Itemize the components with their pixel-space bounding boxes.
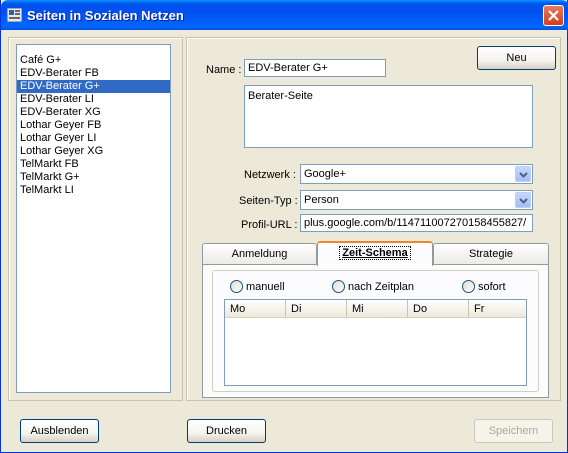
column-header-fr[interactable]: Fr	[469, 300, 526, 318]
name-label: Name :	[206, 64, 242, 76]
column-header-do[interactable]: Do	[408, 300, 469, 318]
tab-strategie[interactable]: Strategie	[433, 243, 549, 264]
description-field[interactable]: Berater-Seite	[244, 85, 533, 148]
tab-strategie-label: Strategie	[468, 248, 514, 260]
profilurl-field[interactable]: plus.google.com/b/114711007270158455827/	[300, 214, 533, 232]
list-item[interactable]: TelMarkt LI	[17, 184, 170, 197]
hide-button[interactable]: Ausblenden	[20, 419, 99, 443]
list-item[interactable]: Café G+	[17, 54, 170, 67]
hide-button-label: Ausblenden	[30, 425, 89, 437]
tab-zeit-schema[interactable]: Zeit-Schema	[317, 241, 433, 266]
list-item[interactable]: Lothar Geyer XG	[17, 145, 170, 158]
seitentyp-dropdown-button[interactable]	[515, 192, 531, 208]
new-button[interactable]: Neu	[477, 46, 556, 70]
window-title: Seiten in Sozialen Netzen	[27, 8, 184, 23]
list-item[interactable]: Lothar Geyer FB	[17, 119, 170, 132]
profilurl-label: Profil-URL :	[241, 219, 298, 231]
list-item[interactable]: EDV-Berater XG	[17, 106, 170, 119]
radio-sofort[interactable]: sofort	[462, 280, 506, 293]
list-item[interactable]: EDV-Berater G+	[17, 80, 170, 93]
column-header-mi[interactable]: Mi	[347, 300, 408, 318]
tab-anmeldung-label: Anmeldung	[231, 248, 288, 260]
app-icon	[7, 8, 22, 22]
radio-circle	[230, 280, 243, 293]
schedule-grid[interactable]: Mo Di Mi Do Fr	[224, 299, 527, 386]
save-button-label: Speichern	[488, 425, 539, 437]
netzwerk-value: Google+	[304, 168, 346, 180]
radio-nach-zeitplan-label: nach Zeitplan	[348, 280, 415, 293]
column-header-di[interactable]: Di	[286, 300, 347, 318]
radio-circle	[332, 280, 345, 293]
close-icon	[548, 10, 559, 21]
netzwerk-dropdown-button[interactable]	[515, 166, 531, 182]
pages-listbox[interactable]: Café G+ EDV-Berater FB EDV-Berater G+ EDV-B…	[16, 44, 171, 393]
list-item[interactable]: EDV-Berater FB	[17, 67, 170, 80]
radio-sofort-label: sofort	[478, 280, 506, 293]
title-bar[interactable]: Seiten in Sozialen Netzen	[1, 0, 568, 30]
radio-manuell[interactable]: manuell	[230, 280, 285, 293]
netzwerk-select[interactable]: Google+	[300, 164, 533, 184]
seitentyp-value: Person	[304, 194, 339, 206]
radio-circle	[462, 280, 475, 293]
radio-nach-zeitplan[interactable]: nach Zeitplan	[332, 280, 414, 293]
list-item[interactable]: EDV-Berater LI	[17, 93, 170, 106]
radio-manuell-label: manuell	[246, 280, 285, 293]
list-item[interactable]: TelMarkt FB	[17, 158, 170, 171]
grid-header: Mo Di Mi Do Fr	[225, 300, 526, 318]
list-item[interactable]: Lothar Geyer LI	[17, 132, 170, 145]
name-field[interactable]: EDV-Berater G+	[244, 59, 386, 77]
close-button[interactable]	[543, 5, 564, 26]
print-button-label: Drucken	[206, 425, 247, 437]
dialog-window: Seiten in Sozialen Netzen Café G+ EDV-Ber…	[0, 0, 568, 453]
print-button[interactable]: Drucken	[187, 419, 266, 443]
column-header-mo[interactable]: Mo	[225, 300, 286, 318]
seitentyp-select[interactable]: Person	[300, 190, 533, 210]
seitentyp-label: Seiten-Typ :	[239, 195, 298, 207]
tab-anmeldung[interactable]: Anmeldung	[202, 243, 317, 264]
save-button[interactable]: Speichern	[474, 419, 553, 443]
chevron-down-icon	[519, 172, 528, 178]
tab-zeit-schema-label: Zeit-Schema	[339, 246, 411, 260]
list-item[interactable]: TelMarkt G+	[17, 171, 170, 184]
netzwerk-label: Netzwerk :	[244, 169, 296, 181]
chevron-down-icon	[519, 198, 528, 204]
